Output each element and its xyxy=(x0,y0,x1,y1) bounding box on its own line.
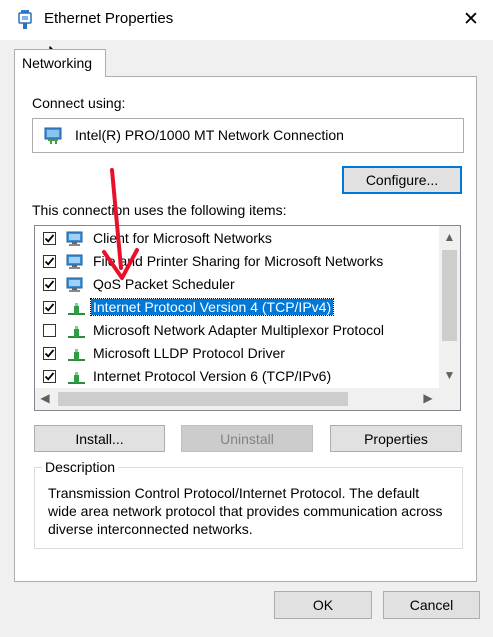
list-item[interactable]: Microsoft Network Adapter Multiplexor Pr… xyxy=(35,320,432,343)
ok-button[interactable]: OK xyxy=(274,591,372,619)
item-checkbox[interactable] xyxy=(43,232,56,245)
item-checkbox[interactable] xyxy=(43,278,56,291)
item-label: Client for Microsoft Networks xyxy=(93,230,272,246)
items-label: This connection uses the following items… xyxy=(32,202,287,218)
item-checkbox[interactable] xyxy=(43,301,56,314)
item-checkbox[interactable] xyxy=(43,255,56,268)
list-item[interactable]: Internet Protocol Version 6 (TCP/IPv6) xyxy=(35,366,432,389)
network-service-icon xyxy=(66,277,83,292)
connect-using-label: Connect using: xyxy=(32,95,126,111)
item-label: Internet Protocol Version 6 (TCP/IPv6) xyxy=(93,368,332,384)
tab-networking-label: Networking xyxy=(22,55,93,71)
scroll-down-icon[interactable]: ▼ xyxy=(439,368,460,384)
network-protocol-icon xyxy=(68,349,85,361)
item-checkbox[interactable] xyxy=(43,324,56,337)
scroll-right-icon[interactable]: ▶ xyxy=(420,391,436,407)
network-protocol-icon xyxy=(68,372,85,384)
window-title: Ethernet Properties xyxy=(44,10,174,27)
cancel-button[interactable]: Cancel xyxy=(383,591,480,619)
item-checkbox[interactable] xyxy=(43,370,56,383)
item-label: QoS Packet Scheduler xyxy=(93,276,235,292)
description-text: Transmission Control Protocol/Internet P… xyxy=(48,485,443,537)
item-label: Microsoft LLDP Protocol Driver xyxy=(93,345,285,361)
configure-button[interactable]: Configure... xyxy=(342,166,462,194)
item-checkbox[interactable] xyxy=(43,347,56,360)
scrollbar-corner xyxy=(439,388,460,410)
horizontal-scroll-thumb[interactable] xyxy=(58,392,348,406)
scroll-left-icon[interactable]: ◀ xyxy=(37,391,53,407)
ethernet-icon xyxy=(18,10,32,29)
scroll-up-icon[interactable]: ▲ xyxy=(439,230,460,246)
properties-button[interactable]: Properties xyxy=(330,425,462,452)
description-legend: Description xyxy=(42,459,119,475)
item-label: File and Printer Sharing for Microsoft N… xyxy=(93,253,384,269)
adapter-name: Intel(R) PRO/1000 MT Network Connection xyxy=(75,127,344,143)
list-item[interactable]: Client for Microsoft Networks xyxy=(35,228,432,251)
network-protocol-icon xyxy=(68,326,85,338)
network-client-icon xyxy=(66,231,83,246)
vertical-scroll-thumb[interactable] xyxy=(442,250,457,341)
items-listbox[interactable]: Client for Microsoft Networks File and P… xyxy=(34,225,461,411)
list-item[interactable]: QoS Packet Scheduler xyxy=(35,274,432,297)
close-icon[interactable]: ✕ xyxy=(461,8,481,30)
network-protocol-icon xyxy=(68,303,85,315)
item-label: Microsoft Network Adapter Multiplexor Pr… xyxy=(93,322,384,338)
list-item[interactable]: Internet Protocol Version 4 (TCP/IPv4) xyxy=(35,297,432,320)
list-item[interactable]: File and Printer Sharing for Microsoft N… xyxy=(35,251,432,274)
network-service-icon xyxy=(66,254,83,269)
install-button[interactable]: Install... xyxy=(34,425,165,452)
uninstall-button[interactable]: Uninstall xyxy=(181,425,313,452)
network-adapter-icon xyxy=(44,127,62,144)
list-item[interactable]: Microsoft LLDP Protocol Driver xyxy=(35,343,432,366)
item-label: Internet Protocol Version 4 (TCP/IPv4) xyxy=(89,298,335,316)
